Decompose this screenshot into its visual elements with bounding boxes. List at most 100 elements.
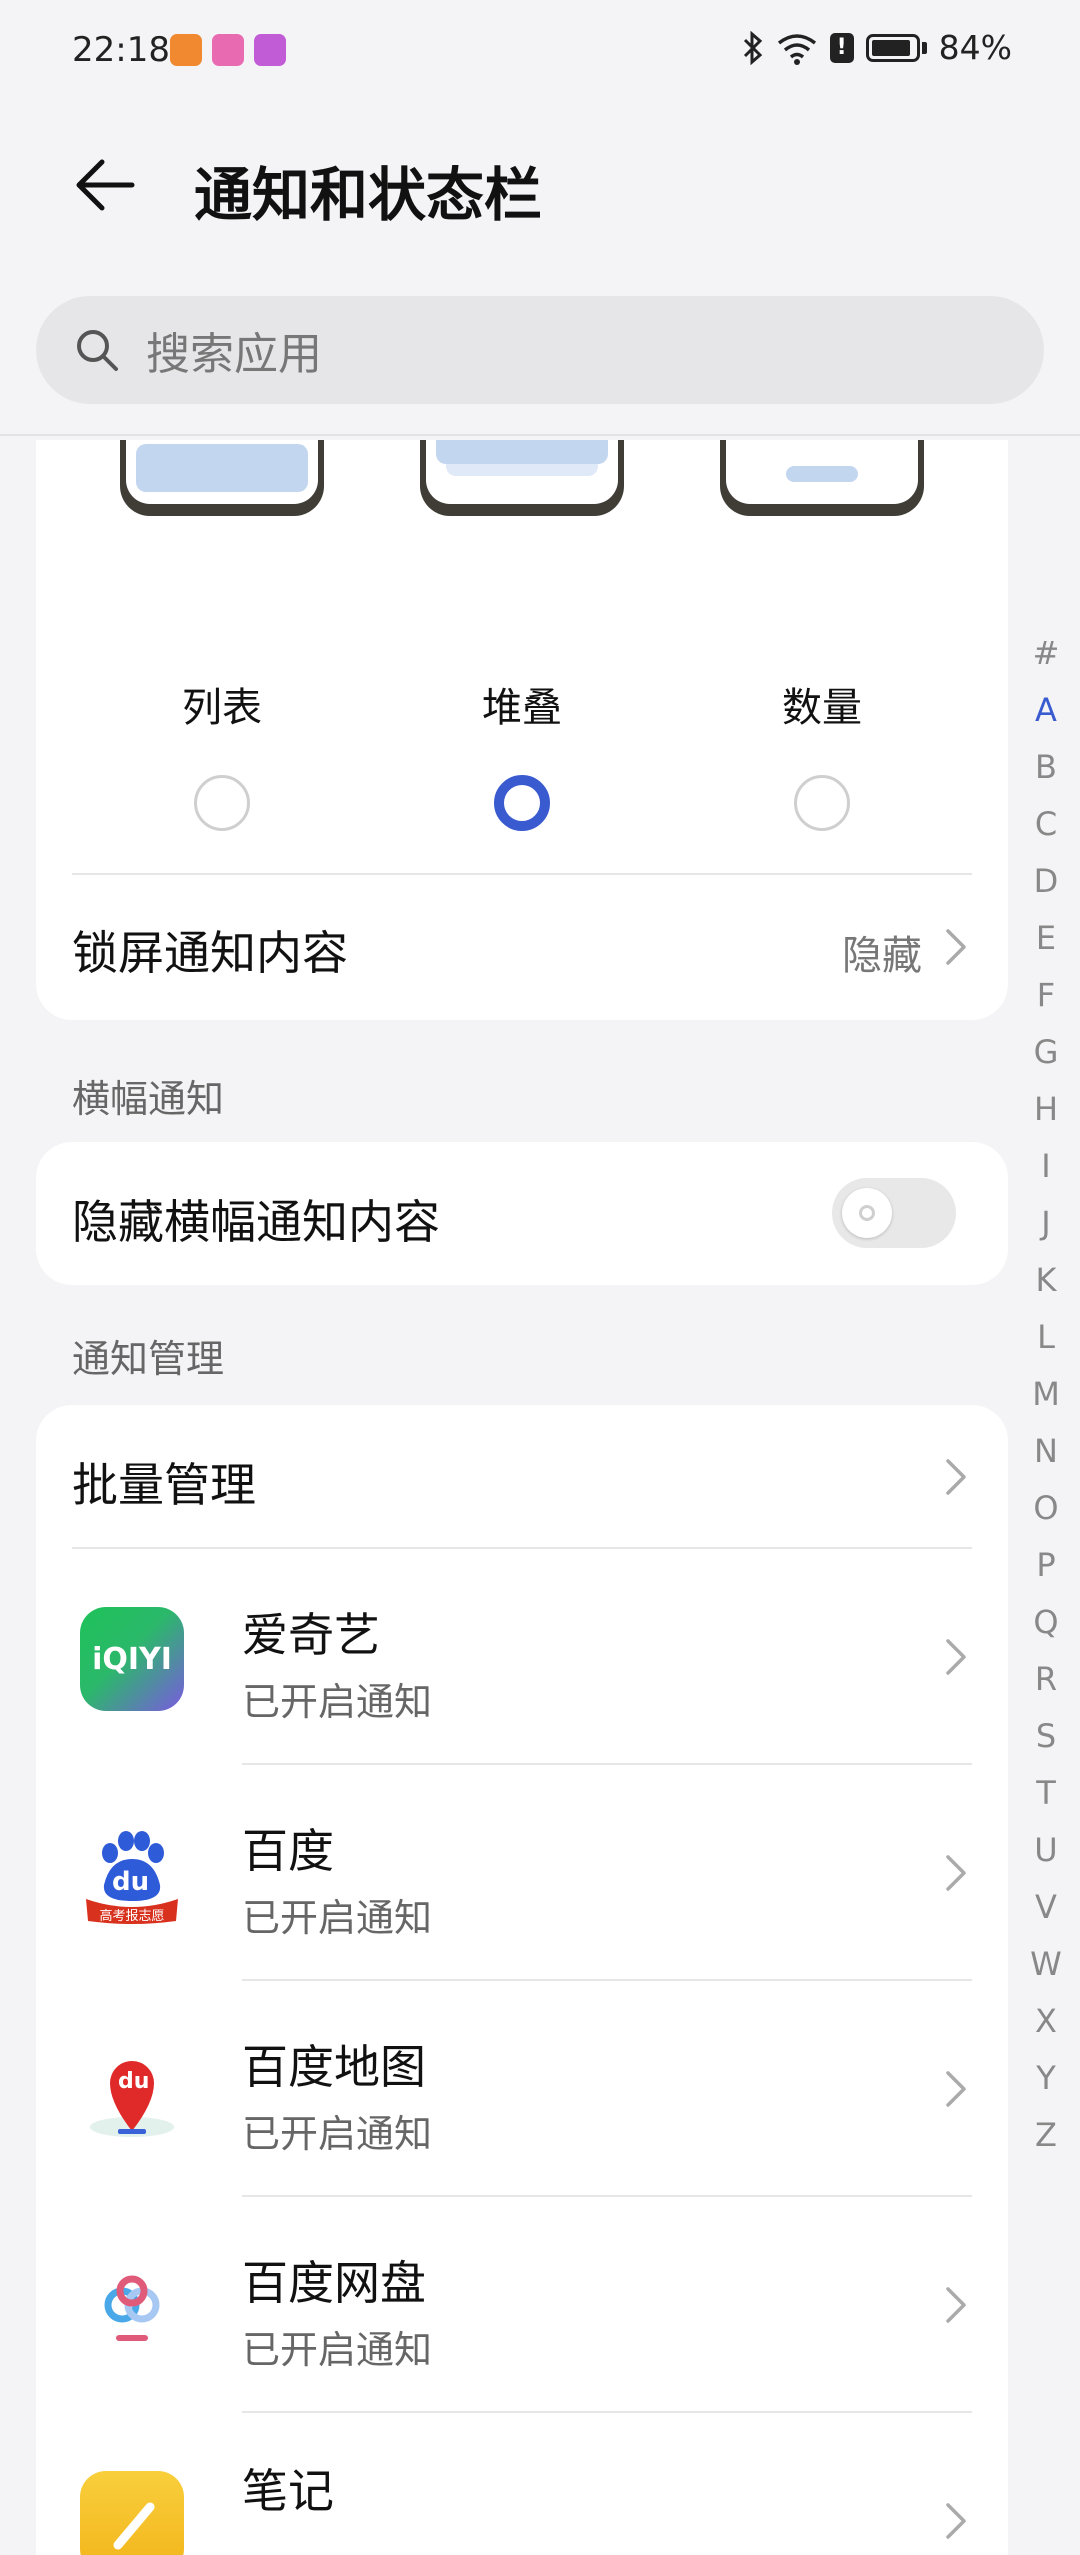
status-indicators: ! 84% (742, 28, 1012, 67)
app-name: 爱奇艺 (242, 1608, 380, 1662)
chevron-right-icon (946, 929, 966, 965)
alphabet-index[interactable]: # A B C D E F G H I J K L M N O P Q R S T U V W X Y Z (1024, 625, 1068, 2164)
index-letter-a[interactable]: A (1024, 682, 1068, 739)
style-option-label: 列表 (182, 685, 262, 731)
index-letter-d[interactable]: D (1024, 853, 1068, 910)
app-notify-icon (212, 34, 244, 66)
lock-screen-content-row[interactable]: 锁屏通知内容 隐藏 (36, 875, 1008, 1020)
app-row-baidu-netdisk[interactable]: 百度网盘 已开启通知 (36, 2197, 1008, 2413)
chevron-right-icon (946, 1639, 966, 1675)
index-letter-k[interactable]: K (1024, 1252, 1068, 1309)
taobao-notify-icon (170, 34, 202, 66)
index-letter-x[interactable]: X (1024, 1993, 1068, 2050)
style-option-label: 数量 (782, 685, 862, 731)
baidu-sub-text: 高考报志愿 (99, 1909, 165, 1924)
index-letter-q[interactable]: Q (1024, 1594, 1068, 1651)
preview-bar (136, 444, 308, 492)
index-letter-h[interactable]: H (1024, 1081, 1068, 1138)
chevron-right-icon (946, 2503, 966, 2539)
banner-card: 隐藏横幅通知内容 (36, 1142, 1008, 1285)
index-letter-v[interactable]: V (1024, 1879, 1068, 1936)
baidu-map-icon: du (80, 2039, 184, 2143)
cloud-rings-icon (104, 2275, 160, 2341)
wifi-icon (777, 33, 816, 65)
page-title: 通知和状态栏 (194, 161, 543, 229)
batch-manage-label: 批量管理 (72, 1458, 256, 1512)
index-letter-n[interactable]: N (1024, 1423, 1068, 1480)
baidu-icon: du 高考报志愿 (80, 1823, 184, 1927)
index-letter-i[interactable]: I (1024, 1138, 1068, 1195)
header: 通知和状态栏 搜索应用 (0, 110, 1080, 440)
alert-icon: ! (829, 32, 854, 63)
iqiyi-icon: iQIYI (80, 1607, 184, 1711)
header-divider (0, 434, 1080, 436)
search-input[interactable]: 搜索应用 (36, 296, 1044, 404)
index-letter-r[interactable]: R (1024, 1651, 1068, 1708)
management-card: 批量管理 iQIYI 爱奇艺 已开启通知 du 高考报志愿 百度 已开启通知 d… (36, 1405, 1008, 2555)
index-letter-g[interactable]: G (1024, 1024, 1068, 1081)
app-status: 已开启通知 (242, 1896, 433, 1940)
hide-banner-label: 隐藏横幅通知内容 (72, 1195, 440, 1249)
chevron-right-icon (946, 1459, 966, 1495)
app-status: 已开启通知 (242, 2112, 433, 2156)
preview-count-bar (786, 466, 858, 482)
search-placeholder: 搜索应用 (146, 329, 322, 380)
index-letter-s[interactable]: S (1024, 1708, 1068, 1765)
index-letter-z[interactable]: Z (1024, 2107, 1068, 2164)
index-letter-o[interactable]: O (1024, 1480, 1068, 1537)
section-title-management: 通知管理 (72, 1337, 225, 1381)
style-radio-count[interactable] (794, 775, 850, 831)
index-letter-y[interactable]: Y (1024, 2050, 1068, 2107)
app-name: 笔记 (242, 2464, 334, 2518)
battery-tip (921, 41, 927, 54)
app-row-baidu[interactable]: du 高考报志愿 百度 已开启通知 (36, 1765, 1008, 1981)
baidu-logo-text: du (112, 1867, 150, 1897)
app-name: 百度网盘 (242, 2256, 426, 2310)
baidu-netdisk-icon (80, 2255, 184, 2359)
notes-icon (80, 2471, 184, 2555)
index-letter-l[interactable]: L (1024, 1309, 1068, 1366)
toggle-knob (842, 1188, 892, 1238)
index-letter-p[interactable]: P (1024, 1537, 1068, 1594)
index-letter-hash[interactable]: # (1024, 625, 1068, 682)
pencil-icon (113, 2502, 155, 2550)
status-time: 22:18 (72, 30, 170, 70)
index-letter-b[interactable]: B (1024, 739, 1068, 796)
search-icon (77, 330, 118, 371)
hide-banner-toggle[interactable] (832, 1178, 956, 1248)
index-letter-t[interactable]: T (1024, 1765, 1068, 1822)
style-radio-list[interactable] (194, 775, 250, 831)
index-letter-m[interactable]: M (1024, 1366, 1068, 1423)
index-letter-u[interactable]: U (1024, 1822, 1068, 1879)
app-status: 已开启通知 (242, 2328, 433, 2372)
lock-screen-value: 隐藏 (842, 933, 922, 979)
style-option-label: 堆叠 (482, 685, 562, 731)
index-letter-w[interactable]: W (1024, 1936, 1068, 1993)
back-arrow-icon[interactable] (70, 150, 140, 220)
chevron-right-icon (946, 1855, 966, 1891)
app-name: 百度地图 (242, 2040, 426, 2094)
index-letter-j[interactable]: J (1024, 1195, 1068, 1252)
app-name: 百度 (242, 1824, 334, 1878)
chevron-right-icon (946, 2071, 966, 2107)
baidu-map-logo-text: du (118, 2069, 150, 2094)
video-notify-icon (254, 34, 286, 66)
battery-percent: 84% (938, 28, 1012, 67)
iqiyi-logo-text: iQIYI (92, 1641, 172, 1677)
chevron-right-icon (946, 2287, 966, 2323)
status-bar: 22:18 ! 84% (0, 0, 1080, 110)
lock-screen-label: 锁屏通知内容 (72, 926, 348, 980)
index-letter-e[interactable]: E (1024, 910, 1068, 967)
bluetooth-icon (743, 30, 762, 65)
index-letter-c[interactable]: C (1024, 796, 1068, 853)
app-row-baidu-map[interactable]: du 百度地图 已开启通知 (36, 1981, 1008, 2197)
status-notification-icons (170, 34, 286, 66)
index-letter-f[interactable]: F (1024, 967, 1068, 1024)
battery-icon (865, 33, 920, 62)
section-title-banner: 横幅通知 (72, 1077, 225, 1121)
app-status: 已开启通知 (242, 1680, 433, 1724)
style-radio-stack[interactable] (494, 775, 550, 831)
batch-manage-row[interactable]: 批量管理 (36, 1405, 1008, 1547)
app-row-iqiyi[interactable]: iQIYI 爱奇艺 已开启通知 (36, 1549, 1008, 1765)
app-row-notes[interactable]: 笔记 (36, 2413, 1008, 2555)
